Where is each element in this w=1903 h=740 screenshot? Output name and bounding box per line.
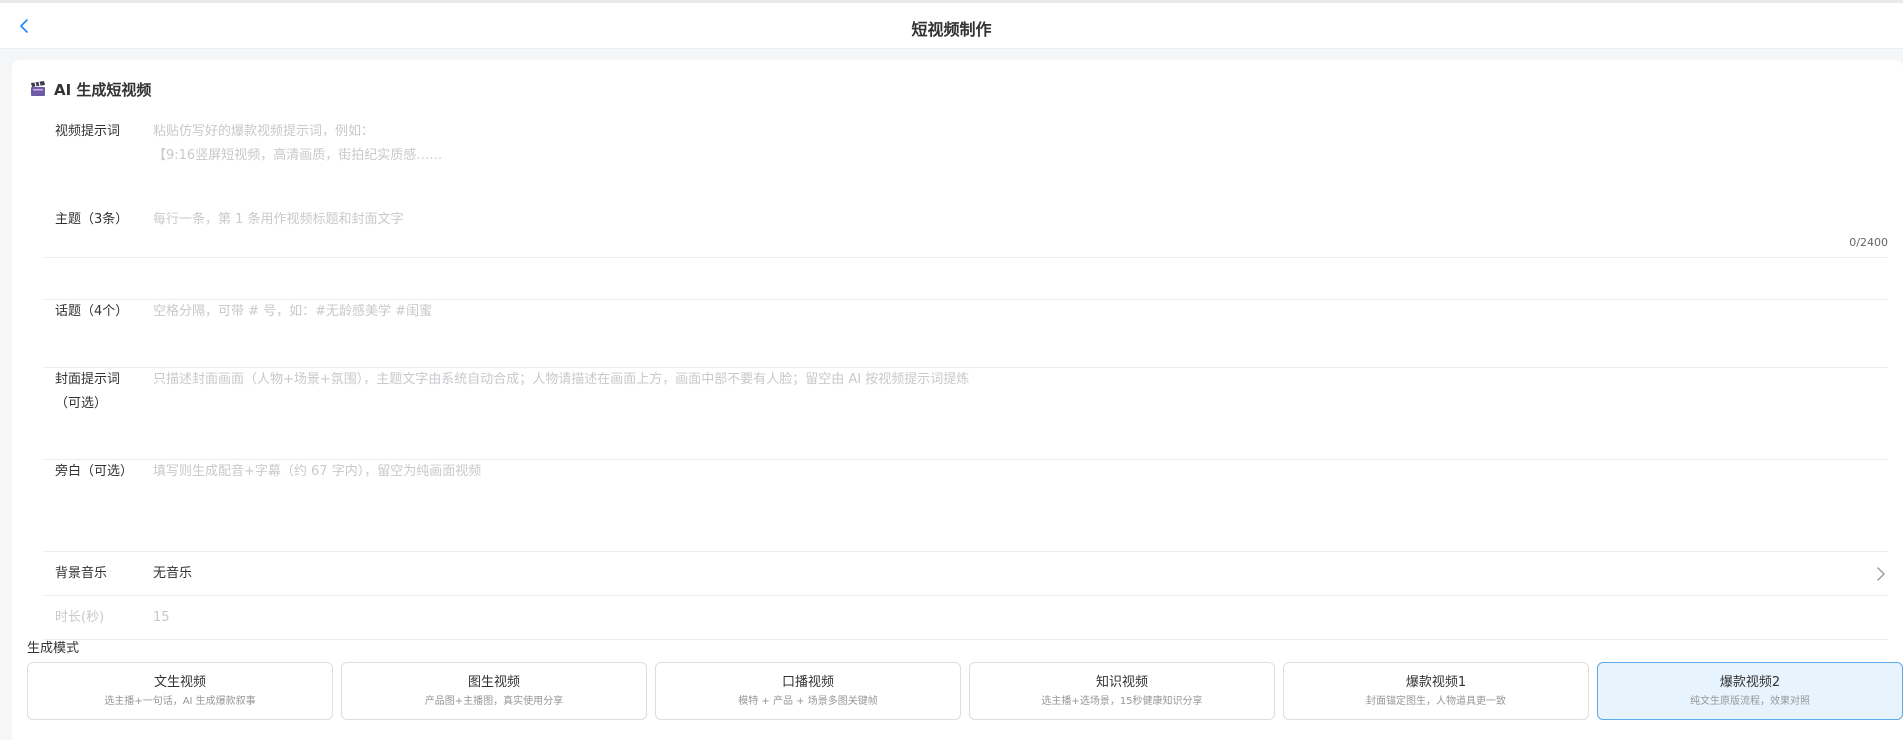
mode-title: 知识视频: [1095, 674, 1148, 690]
hashtags-input[interactable]: 空格分隔，可带 # 号，如：#无龄感美学 #闺蜜: [153, 300, 1888, 324]
hashtags-label: 话题（4个）: [55, 304, 129, 319]
mode-talking-video[interactable]: 口播视频 模特 + 产品 + 场景多图关键帧: [655, 662, 961, 720]
music-value: 无音乐: [153, 566, 193, 581]
nav-bar: 短视频制作: [0, 3, 1903, 49]
topic-input[interactable]: 每行一条，第 1 条用作视频标题和封面文字: [153, 208, 1888, 232]
music-label: 背景音乐: [55, 566, 108, 581]
mode-title: 图生视频: [467, 674, 520, 690]
mode-image-to-video[interactable]: 图生视频 产品图+主播图，真实使用分享: [341, 662, 647, 720]
mode-knowledge-video[interactable]: 知识视频 选主播+选场景，15秒健康知识分享: [969, 662, 1275, 720]
music-field[interactable]: 背景音乐 无音乐: [43, 552, 1888, 596]
generation-mode-label: 生成模式: [27, 641, 80, 656]
mode-title: 爆款视频1: [1405, 674, 1467, 690]
narration-label: 旁白（可选）: [55, 464, 134, 479]
duration-value: 15: [153, 610, 170, 625]
duration-label: 时长(秒): [55, 610, 105, 625]
mode-desc: 选主播+选场景，15秒健康知识分享: [1041, 695, 1203, 707]
mode-desc: 选主播+一句话，AI 生成爆款叙事: [104, 695, 256, 707]
mode-title: 文生视频: [153, 674, 206, 690]
card-header: AI 生成短视频: [30, 78, 151, 100]
video-prompt-input[interactable]: 粘贴仿写好的爆款视频提示词，例如： 【9:16竖屏短视频，高清画质，街拍纪实质感…: [153, 120, 1888, 168]
cover-prompt-input[interactable]: 只描述封面画面（人物+场景+氛围），主题文字由系统自动合成；人物请描述在画面上方…: [153, 368, 1888, 392]
chevron-right-icon: [1877, 567, 1885, 581]
mode-desc: 模特 + 产品 + 场景多图关键帧: [738, 695, 878, 707]
mode-desc: 纯文生原版流程，效果对照: [1690, 695, 1810, 707]
hashtags-field: 话题（4个） 空格分隔，可带 # 号，如：#无龄感美学 #闺蜜: [43, 300, 1888, 368]
mode-viral-video-1[interactable]: 爆款视频1 封面锚定图生，人物道具更一致: [1283, 662, 1589, 720]
mode-desc: 产品图+主播图，真实使用分享: [424, 695, 564, 707]
topic-label: 主题（3条）: [55, 212, 129, 227]
mode-text-to-video[interactable]: 文生视频 选主播+一句话，AI 生成爆款叙事: [27, 662, 333, 720]
clapperboard-icon: [31, 81, 45, 96]
video-prompt-label: 视频提示词: [55, 124, 121, 139]
page-title: 短视频制作: [911, 20, 992, 39]
card-title: AI 生成短视频: [54, 80, 152, 99]
mode-title: 口播视频: [781, 674, 834, 690]
duration-field: 时长(秒) 15: [43, 596, 1888, 640]
mode-desc: 封面锚定图生，人物道具更一致: [1366, 695, 1506, 707]
topic-field: 主题（3条） 每行一条，第 1 条用作视频标题和封面文字: [43, 208, 1888, 300]
cover-prompt-field: 封面提示词 （可选） 只描述封面画面（人物+场景+氛围），主题文字由系统自动合成…: [43, 368, 1888, 460]
narration-field: 旁白（可选） 填写则生成配音+字幕（约 67 字内），留空为纯画面视频: [43, 460, 1888, 552]
generation-mode-options: 文生视频 选主播+一句话，AI 生成爆款叙事 图生视频 产品图+主播图，真实使用…: [27, 662, 1903, 720]
narration-input[interactable]: 填写则生成配音+字幕（约 67 字内），留空为纯画面视频: [153, 460, 1888, 484]
mode-title: 爆款视频2: [1719, 674, 1781, 690]
ai-video-card: AI 生成短视频 视频提示词 粘贴仿写好的爆款视频提示词，例如： 【9:16竖屏…: [12, 60, 1903, 740]
cover-prompt-label: 封面提示词 （可选）: [55, 372, 121, 411]
mode-viral-video-2[interactable]: 爆款视频2 纯文生原版流程，效果对照: [1597, 662, 1903, 720]
